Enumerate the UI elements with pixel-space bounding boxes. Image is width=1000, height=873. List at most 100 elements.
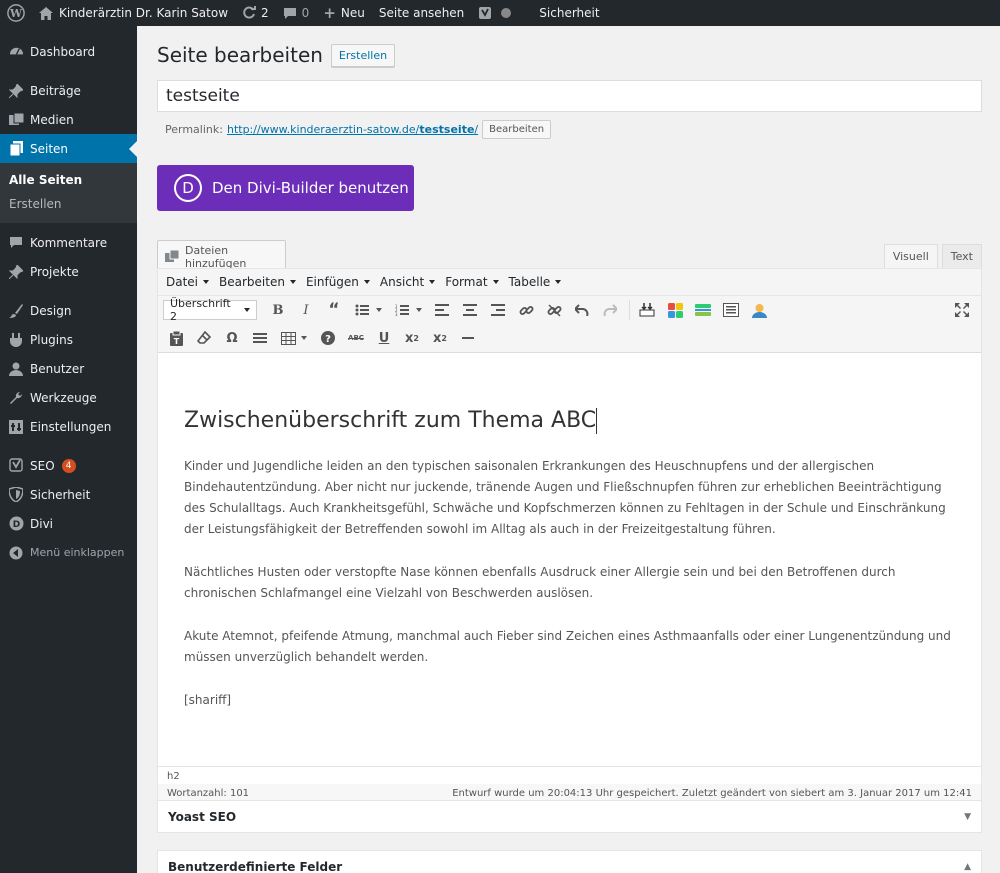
brush-icon bbox=[7, 302, 25, 320]
comment-icon bbox=[7, 234, 25, 252]
editor-toolbar: Datei Bearbeiten Einfügen Ansicht Format… bbox=[158, 269, 981, 353]
bullet-list-icon[interactable] bbox=[349, 299, 387, 321]
pages-submenu: Alle Seiten Erstellen bbox=[0, 163, 137, 223]
menu-format[interactable]: Format bbox=[445, 275, 499, 289]
view-page-link[interactable]: Seite ansehen bbox=[372, 0, 471, 26]
divi-builder-button[interactable]: D Den Divi-Builder benutzen bbox=[157, 165, 414, 211]
yoast-icon bbox=[7, 457, 25, 475]
collapse-icon bbox=[7, 544, 25, 562]
tab-visual[interactable]: Visuell bbox=[883, 244, 938, 268]
plugin-icon bbox=[7, 331, 25, 349]
page-heading-row: Seite bearbeiten Erstellen bbox=[157, 43, 982, 67]
sidebar-item-design[interactable]: Design bbox=[0, 296, 137, 325]
subscript-icon[interactable]: x2 bbox=[399, 327, 425, 349]
security-link[interactable]: Sicherheit bbox=[532, 0, 606, 26]
link-icon[interactable] bbox=[513, 299, 539, 321]
permalink-link[interactable]: http://www.kinderaerztin-satow.de/testse… bbox=[227, 123, 478, 136]
sidebar-item-plugins[interactable]: Plugins bbox=[0, 325, 137, 354]
pages-icon bbox=[7, 140, 25, 158]
page-break-icon[interactable] bbox=[718, 299, 744, 321]
dash-icon[interactable] bbox=[455, 327, 481, 349]
collapse-menu-button[interactable]: Menü einklappen bbox=[0, 538, 137, 567]
sidebar-item-users[interactable]: Benutzer bbox=[0, 354, 137, 383]
new-content-link[interactable]: + Neu bbox=[316, 0, 372, 26]
menu-view[interactable]: Ansicht bbox=[380, 275, 436, 289]
sidebar-item-projects[interactable]: Projekte bbox=[0, 257, 137, 286]
shortcode-paragraph: [shariff] bbox=[184, 693, 232, 707]
site-name-link[interactable]: Kinderärztin Dr. Karin Satow bbox=[32, 0, 235, 26]
paste-text-icon[interactable]: T bbox=[163, 327, 189, 349]
sidebar-item-security[interactable]: Sicherheit bbox=[0, 480, 137, 509]
yoast-adminbar-icon[interactable] bbox=[471, 0, 518, 26]
updates-link[interactable]: 2 bbox=[235, 0, 276, 26]
clear-formatting-icon[interactable] bbox=[191, 327, 217, 349]
toolbar-row-2: T Ω ? ABC U x2 x2 bbox=[158, 324, 981, 352]
collapse-arrow-down-icon[interactable]: ▼ bbox=[964, 812, 971, 822]
underline-icon[interactable]: U bbox=[371, 327, 397, 349]
tab-text[interactable]: Text bbox=[941, 244, 982, 268]
italic-icon[interactable]: I bbox=[293, 299, 319, 321]
unlink-icon[interactable] bbox=[541, 299, 567, 321]
superscript-icon[interactable]: x2 bbox=[427, 327, 453, 349]
autosave-status: Entwurf wurde um 20:04:13 Uhr gespeicher… bbox=[452, 788, 972, 799]
horizontal-rule-icon[interactable] bbox=[247, 327, 273, 349]
edit-permalink-button[interactable]: Bearbeiten bbox=[482, 120, 552, 139]
sidebar-item-tools[interactable]: Werkzeuge bbox=[0, 383, 137, 412]
insert-more-icon[interactable] bbox=[634, 299, 660, 321]
menu-file[interactable]: Datei bbox=[166, 275, 210, 289]
editor-content[interactable]: Zwischenüberschrift zum Thema ABC Kinder… bbox=[158, 380, 981, 770]
submenu-item-create[interactable]: Erstellen bbox=[0, 192, 137, 216]
numbered-list-icon[interactable]: 123 bbox=[389, 299, 427, 321]
shortcodes-grid-icon[interactable] bbox=[662, 299, 688, 321]
sidebar-item-media[interactable]: Medien bbox=[0, 105, 137, 134]
svg-text:T: T bbox=[173, 337, 179, 346]
redo-icon[interactable] bbox=[597, 299, 623, 321]
align-left-icon[interactable] bbox=[429, 299, 455, 321]
undo-icon[interactable] bbox=[569, 299, 595, 321]
create-page-button[interactable]: Erstellen bbox=[330, 43, 396, 67]
media-icon bbox=[7, 111, 25, 129]
yoast-seo-metabox[interactable]: Yoast SEO ▼ bbox=[157, 800, 982, 833]
permalink-label: Permalink: bbox=[165, 123, 223, 136]
editor: Datei Bearbeiten Einfügen Ansicht Format… bbox=[157, 268, 982, 786]
comments-link[interactable]: 0 bbox=[276, 0, 317, 26]
svg-text:W: W bbox=[9, 7, 23, 20]
submenu-item-all-pages[interactable]: Alle Seiten bbox=[0, 168, 137, 192]
align-right-icon[interactable] bbox=[485, 299, 511, 321]
wordpress-logo-icon[interactable]: W bbox=[0, 0, 32, 26]
menu-insert[interactable]: Einfügen bbox=[306, 275, 370, 289]
format-select[interactable]: Überschrift 2 bbox=[163, 297, 257, 323]
menu-edit[interactable]: Bearbeiten bbox=[219, 275, 296, 289]
menu-table[interactable]: Tabelle bbox=[509, 275, 562, 289]
refresh-icon bbox=[242, 6, 257, 20]
sidebar-item-divi[interactable]: D Divi bbox=[0, 509, 137, 538]
special-character-icon[interactable]: Ω bbox=[219, 327, 245, 349]
sidebar-item-posts[interactable]: Beiträge bbox=[0, 76, 137, 105]
help-icon[interactable]: ? bbox=[315, 327, 341, 349]
bold-icon[interactable]: B bbox=[265, 299, 291, 321]
title-input[interactable]: testseite bbox=[157, 80, 982, 112]
seo-count-badge: 4 bbox=[61, 458, 76, 473]
element-path-bar: h2 bbox=[158, 766, 981, 786]
sidebar-item-comments[interactable]: Kommentare bbox=[0, 228, 137, 257]
table-icon[interactable] bbox=[275, 327, 313, 349]
sidebar-item-seo[interactable]: SEO 4 bbox=[0, 451, 137, 480]
word-count: Wortanzahl: 101 bbox=[167, 788, 250, 799]
sidebar-item-dashboard[interactable]: Dashboard bbox=[0, 37, 137, 66]
contact-user-icon[interactable] bbox=[746, 299, 772, 321]
blockquote-icon[interactable]: “ bbox=[321, 299, 347, 321]
custom-fields-metabox[interactable]: Benutzerdefinierte Felder ▲ bbox=[157, 850, 982, 873]
collapse-arrow-up-icon[interactable]: ▲ bbox=[964, 862, 971, 872]
shield-icon bbox=[7, 486, 25, 504]
fullscreen-icon[interactable] bbox=[949, 299, 975, 321]
sidebar-item-settings[interactable]: Einstellungen bbox=[0, 412, 137, 441]
strikethrough-icon[interactable]: ABC bbox=[343, 327, 369, 349]
element-path[interactable]: h2 bbox=[167, 771, 180, 782]
layout-divider-icon[interactable] bbox=[690, 299, 716, 321]
content-paragraph: Akute Atemnot, pfeifende Atmung, manchma… bbox=[184, 629, 951, 664]
sidebar-item-pages[interactable]: Seiten bbox=[0, 134, 137, 163]
align-center-icon[interactable] bbox=[457, 299, 483, 321]
plus-icon: + bbox=[323, 4, 336, 22]
dashboard-icon bbox=[7, 43, 25, 61]
divi-logo-icon: D bbox=[174, 174, 202, 202]
